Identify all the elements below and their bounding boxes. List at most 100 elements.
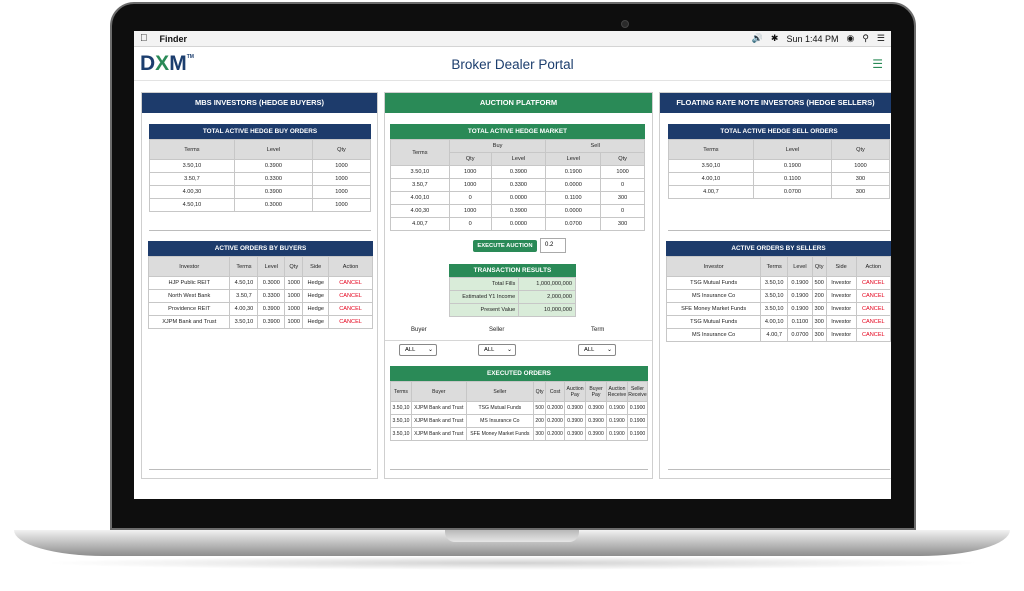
table-cell: 0.1900 [605,414,628,428]
buy-orders-title: TOTAL ACTIVE HEDGE BUY ORDERS [149,124,371,139]
table-cell: 4.00,7 [760,328,789,342]
laptop-shadow [40,556,984,570]
table-cell: 3.50,10 [390,427,412,441]
col-header: Terms [668,139,754,160]
table-cell: 0.0000 [490,191,547,205]
table-cell: Total Fills [448,277,520,291]
apple-icon[interactable]:  [140,33,148,44]
table-cell: 0.1900 [787,302,813,316]
menubar-clock[interactable]: Sun 1:44 PM [786,34,838,44]
table-cell: 0.3900 [257,302,286,316]
table-cell: 2,000,000 [518,290,576,304]
cancel-link[interactable]: CANCEL [328,315,373,329]
table-cell: 3.50,10 [149,159,235,173]
buyer-active-table: Investor Terms Level Qty Side Action HJP… [147,256,373,329]
term-filter-select[interactable]: ALL ⌄ [578,344,616,356]
table-cell: 0.0700 [545,217,602,231]
table-cell: 0.3900 [564,414,587,428]
table-cell: 0.3900 [490,165,547,179]
col-header: Cost [545,381,566,402]
buyer-active-title: ACTIVE ORDERS BY BUYERS [148,241,373,256]
filter-term-label: Term [591,327,605,333]
table-cell: 3.50,7 [390,178,450,192]
col-header: Qty [284,256,304,277]
divider [668,230,890,231]
table-cell: 500 [811,276,827,290]
table-cell: 3.50,10 [390,165,450,179]
execute-auction-button[interactable]: EXECUTE AUCTION [473,240,537,252]
table-cell: 3.50,10 [390,401,412,415]
cancel-link[interactable]: CANCEL [855,328,891,342]
table-cell: 0.0000 [490,217,547,231]
table-cell: 0.2000 [545,414,566,428]
cancel-link[interactable]: CANCEL [328,289,373,303]
table-cell: 4.00,30 [229,302,259,316]
table-row: 4.50,10 0.3000 1000 [149,198,372,212]
wifi-icon[interactable]: ◉ [846,33,854,44]
col-header: Seller Receive [626,381,649,402]
table-cell: 3.50,10 [760,289,789,303]
table-cell: 0.1900 [752,159,832,173]
table-cell: MS Insurance Co [665,289,762,303]
col-header: Qty [311,139,372,160]
results-title: TRANSACTION RESULTS [449,264,576,277]
col-header: Level [787,256,813,277]
table-cell: Providence REIT [147,302,231,316]
table-cell: 1000 [830,159,891,173]
bluetooth-icon[interactable]: ✱ [771,33,779,44]
table-cell: 0.1900 [605,427,628,441]
cancel-link[interactable]: CANCEL [328,302,373,316]
notification-list-icon[interactable]: ☰ [877,33,885,44]
table-cell: Hedge [302,315,330,329]
cancel-link[interactable]: CANCEL [855,276,891,290]
table-cell: 0.3000 [257,276,286,290]
table-cell: TSG Mutual Funds [665,315,762,329]
app-header: DXMTM Broker Dealer Portal ☰ [134,47,891,81]
table-cell: 0 [448,217,492,231]
chevron-down-icon: ⌄ [506,347,512,353]
table-row: 4.00,10 0 0.0000 0.1100 300 [390,191,645,205]
table-cell: 1000 [284,289,304,303]
divider [385,340,652,341]
seller-filter-select[interactable]: ALL ⌄ [478,344,516,356]
hamburger-menu-icon[interactable]: ☰ [872,57,883,71]
table-row: MS Insurance Co 4.00,7 0.0700 300 Investor CA… [665,328,891,342]
table-row: XJPM Bank and Trust 3.50,10 0.3900 1000 Hedg… [147,315,373,329]
divider [668,469,890,470]
auction-cost-input[interactable]: 0.2 [540,238,566,253]
table-cell: 300 [533,427,547,441]
buyer-filter-select[interactable]: ALL ⌄ [399,344,437,356]
volume-icon[interactable]: 🔊 [752,33,763,44]
market-title: TOTAL ACTIVE HEDGE MARKET [390,124,645,139]
col-header-sell: Sell [545,139,645,153]
table-row: 4.00,30 1000 0.3900 0.0000 0 [390,204,645,218]
menubar-app-name[interactable]: Finder [160,34,188,44]
spotlight-icon[interactable]: ⚲ [862,33,869,44]
table-cell: SFE Money Market Funds [665,302,762,316]
table-cell: 0.0000 [545,204,602,218]
buyer-filter-value: ALL [405,347,416,353]
table-cell: 0 [600,178,645,192]
divider [149,230,371,231]
col-header-buy: Buy [448,139,547,153]
divider [390,469,648,470]
table-cell: 3.50,10 [668,159,754,173]
table-cell: 1,000,000,000 [518,277,576,291]
cancel-link[interactable]: CANCEL [855,302,891,316]
col-header: Side [825,256,857,277]
table-cell: Hedge [302,276,330,290]
table-cell: 1000 [448,178,492,192]
table-cell: 0.0000 [545,178,602,192]
table-cell: 300 [830,172,891,186]
cancel-link[interactable]: CANCEL [855,289,891,303]
col-header: Terms [760,256,789,277]
table-cell: Investor [825,302,857,316]
cancel-link[interactable]: CANCEL [855,315,891,329]
table-cell: 0.3900 [233,185,313,199]
seller-active-block: ACTIVE ORDERS BY SELLERS Investor Terms … [665,241,891,342]
table-cell: 1000 [448,165,492,179]
table-cell: 4.00,7 [668,185,754,199]
table-cell: 0.0700 [787,328,813,342]
cancel-link[interactable]: CANCEL [328,276,373,290]
table-cell: 0.1900 [545,165,602,179]
